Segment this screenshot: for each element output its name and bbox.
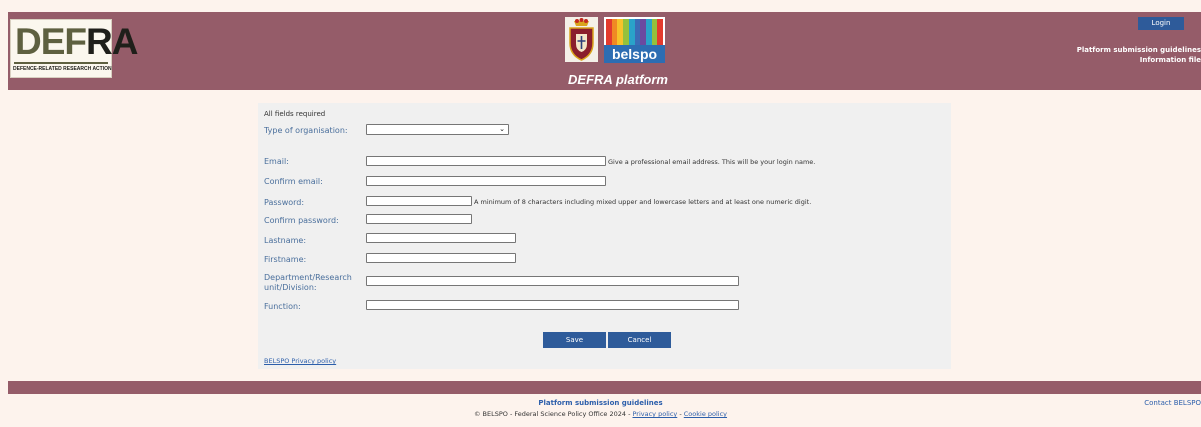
confirm-email-field[interactable] (366, 176, 606, 186)
defra-logo-letters: DEFRA (15, 21, 138, 62)
site-header: DEFRA DEFENCE-RELATED RESEARCH ACTION be… (8, 12, 1201, 90)
confirm-password-field[interactable] (366, 214, 472, 224)
function-field[interactable] (366, 300, 739, 310)
footer-privacy-link[interactable]: Privacy policy (633, 410, 678, 418)
header-guidelines-link[interactable]: Platform submission guidelines (1077, 46, 1201, 54)
platform-title: DEFRA platform (568, 72, 668, 87)
belspo-logo-text: belspo (604, 45, 665, 63)
top-strip (0, 0, 1201, 12)
footer-copyright: © BELSPO - Federal Science Policy Office… (0, 410, 1201, 418)
department-label: Department/Research unit/Division: (264, 273, 352, 292)
firstname-field[interactable] (366, 253, 516, 263)
defra-logo-tagline: DEFENCE-RELATED RESEARCH ACTION (13, 66, 112, 72)
royal-military-academy-crest-icon (565, 17, 598, 62)
registration-form: All fields required Type of organisation… (258, 103, 951, 369)
footer-cookie-link[interactable]: Cookie policy (684, 410, 727, 418)
org-type-label: Type of organisation: (264, 126, 348, 135)
email-field[interactable] (366, 156, 606, 166)
cancel-button[interactable]: Cancel (608, 332, 671, 348)
function-label: Function: (264, 302, 301, 311)
footer-band (8, 381, 1201, 394)
belspo-privacy-link[interactable]: BELSPO Privacy policy (264, 357, 336, 365)
confirm-email-label: Confirm email: (264, 177, 323, 186)
department-field[interactable] (366, 276, 739, 286)
org-type-select[interactable]: ⌄ (366, 124, 509, 135)
password-hint: A minimum of 8 characters including mixe… (474, 198, 812, 206)
lastname-field[interactable] (366, 233, 516, 243)
logo-divider (14, 62, 108, 64)
login-button[interactable]: Login (1138, 17, 1184, 30)
required-note: All fields required (264, 110, 326, 118)
password-field[interactable] (366, 196, 472, 206)
confirm-password-label: Confirm password: (264, 216, 339, 225)
firstname-label: Firstname: (264, 255, 307, 264)
header-information-file-link[interactable]: Information file (1140, 56, 1201, 64)
email-hint: Give a professional email address. This … (608, 158, 816, 166)
contact-belspo-link[interactable]: Contact BELSPO (1144, 399, 1201, 407)
defra-logo[interactable]: DEFRA DEFENCE-RELATED RESEARCH ACTION (10, 19, 138, 78)
belspo-color-stripes (606, 19, 664, 45)
lastname-label: Lastname: (264, 236, 307, 245)
chevron-down-icon: ⌄ (499, 125, 505, 133)
belspo-logo[interactable]: belspo (604, 17, 665, 63)
email-label: Email: (264, 157, 289, 166)
save-button[interactable]: Save (543, 332, 606, 348)
footer-separator: - (679, 410, 682, 418)
password-label: Password: (264, 198, 305, 207)
footer-guidelines-link[interactable]: Platform submission guidelines (0, 399, 1201, 407)
copyright-text: © BELSPO - Federal Science Policy Office… (473, 410, 631, 418)
